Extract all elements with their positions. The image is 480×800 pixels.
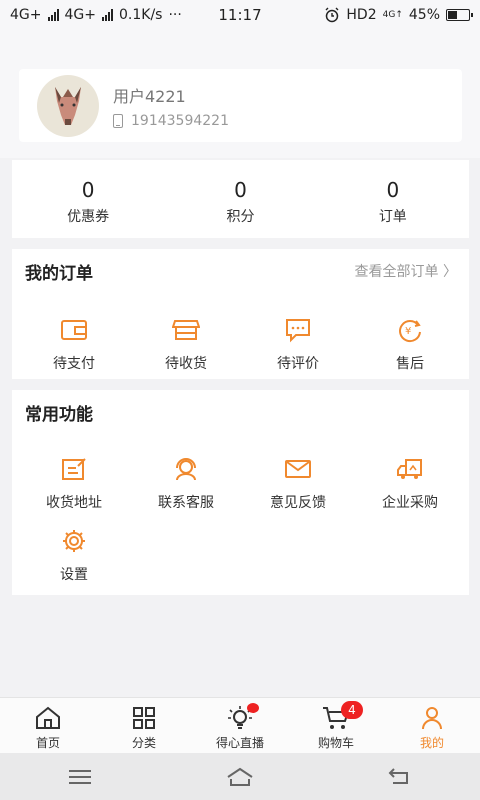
stat-label: 订单 xyxy=(378,209,407,225)
stat-value: 0 xyxy=(81,178,95,202)
stat-orders[interactable]: 0 订单 xyxy=(317,160,469,238)
comment-icon xyxy=(286,319,310,343)
settings-button[interactable]: 设置 xyxy=(24,528,124,584)
profile-card[interactable]: 用户4221 19143594221 xyxy=(19,69,462,142)
clock: 11:17 xyxy=(218,6,262,24)
phone-number: 19143594221 xyxy=(131,112,229,129)
avatar[interactable] xyxy=(37,74,99,137)
order-item-label: 售后 xyxy=(396,356,424,372)
feature-label: 设置 xyxy=(60,567,88,583)
more-dots: ··· xyxy=(168,7,182,23)
tab-category[interactable]: 分类 xyxy=(96,698,192,753)
tab-label: 得心直播 xyxy=(215,736,264,750)
stat-label: 优惠券 xyxy=(67,209,110,225)
mail-icon xyxy=(285,460,311,478)
signal-icon xyxy=(47,9,59,21)
feature-label: 企业采购 xyxy=(382,495,438,511)
truck-icon xyxy=(397,459,422,479)
order-item-label: 待收货 xyxy=(165,356,207,372)
tab-label: 首页 xyxy=(35,736,60,750)
section-title: 常用功能 xyxy=(25,405,93,425)
tab-label: 购物车 xyxy=(317,736,354,750)
customer-service-button[interactable]: 联系客服 xyxy=(136,456,236,512)
home-nav-icon[interactable] xyxy=(225,765,255,789)
enterprise-purchase-button[interactable]: 企业采购 xyxy=(360,456,460,512)
feature-label: 意见反馈 xyxy=(270,495,326,511)
order-after-sales[interactable]: ¥ 售后 xyxy=(360,317,460,373)
tab-live[interactable]: 得心直播 xyxy=(192,698,288,753)
tab-home[interactable]: 首页 xyxy=(0,698,96,753)
order-pending-review[interactable]: 待评价 xyxy=(248,317,348,373)
home-icon xyxy=(36,706,60,729)
signal-icon xyxy=(102,9,113,21)
phone-icon xyxy=(113,113,123,128)
alarm-icon xyxy=(325,7,339,23)
cart-count-badge: 4 xyxy=(341,701,363,719)
hd-label: HD2 xyxy=(346,7,377,23)
battery-percent: 45% xyxy=(408,7,440,23)
stat-value: 0 xyxy=(386,178,400,202)
order-item-label: 待支付 xyxy=(53,356,95,372)
order-pending-payment[interactable]: 待支付 xyxy=(24,317,124,373)
common-functions-card: 常用功能 收货地址 联系客服 意见反馈 企业采购 设置 xyxy=(12,390,469,595)
grid-icon xyxy=(133,707,155,729)
tab-mine[interactable]: 我的 xyxy=(384,698,480,753)
horse-avatar-icon xyxy=(55,86,81,125)
network-label-1: 4G+ xyxy=(10,7,42,23)
refund-icon: ¥ xyxy=(399,320,421,343)
section-title: 我的订单 xyxy=(25,264,93,284)
tab-label: 我的 xyxy=(419,736,444,750)
status-bar: 4G+ 4G+ 0.1K/s ··· 11:17 HD2 4G↑ 45% xyxy=(0,0,480,30)
feature-label: 收货地址 xyxy=(46,495,102,511)
stat-value: 0 xyxy=(234,178,247,202)
network-speed: 0.1K/s xyxy=(119,7,163,23)
my-orders-card: 我的订单 查看全部订单 〉 待支付 待收货 待评价 ¥ 售后 xyxy=(12,249,469,379)
wallet-icon xyxy=(61,320,87,340)
svg-text:¥: ¥ xyxy=(405,326,411,337)
stat-label: 积分 xyxy=(226,209,255,225)
network-small-label: 4G↑ xyxy=(382,10,403,20)
menu-icon[interactable] xyxy=(65,765,95,789)
tab-label: 分类 xyxy=(131,736,156,750)
username: 用户4221 xyxy=(113,86,186,106)
feature-label: 联系客服 xyxy=(158,495,214,511)
order-item-label: 待评价 xyxy=(277,356,319,372)
stat-coupons[interactable]: 0 优惠券 xyxy=(12,160,164,238)
bottom-tab-bar: 首页 分类 得心直播 4 购物车 我的 xyxy=(0,697,480,753)
network-label-2: 4G+ xyxy=(64,7,97,23)
live-notification-dot xyxy=(247,703,259,713)
edit-address-icon xyxy=(62,458,86,480)
view-all-orders-link[interactable]: 查看全部订单 〉 xyxy=(355,261,457,281)
user-icon xyxy=(422,707,442,730)
battery-icon xyxy=(446,9,473,21)
feedback-button[interactable]: 意见反馈 xyxy=(248,456,348,512)
tab-cart[interactable]: 4 购物车 xyxy=(288,698,384,753)
back-icon[interactable] xyxy=(385,765,415,789)
customer-service-icon xyxy=(176,458,196,481)
shipping-address-button[interactable]: 收货地址 xyxy=(24,456,124,512)
stat-points[interactable]: 0 积分 xyxy=(164,160,316,238)
gear-icon xyxy=(63,530,85,552)
order-pending-receipt[interactable]: 待收货 xyxy=(136,317,236,373)
stats-card: 0 优惠券 0 积分 0 订单 xyxy=(12,160,469,238)
system-navigation-bar xyxy=(0,753,480,800)
store-icon xyxy=(172,320,200,340)
